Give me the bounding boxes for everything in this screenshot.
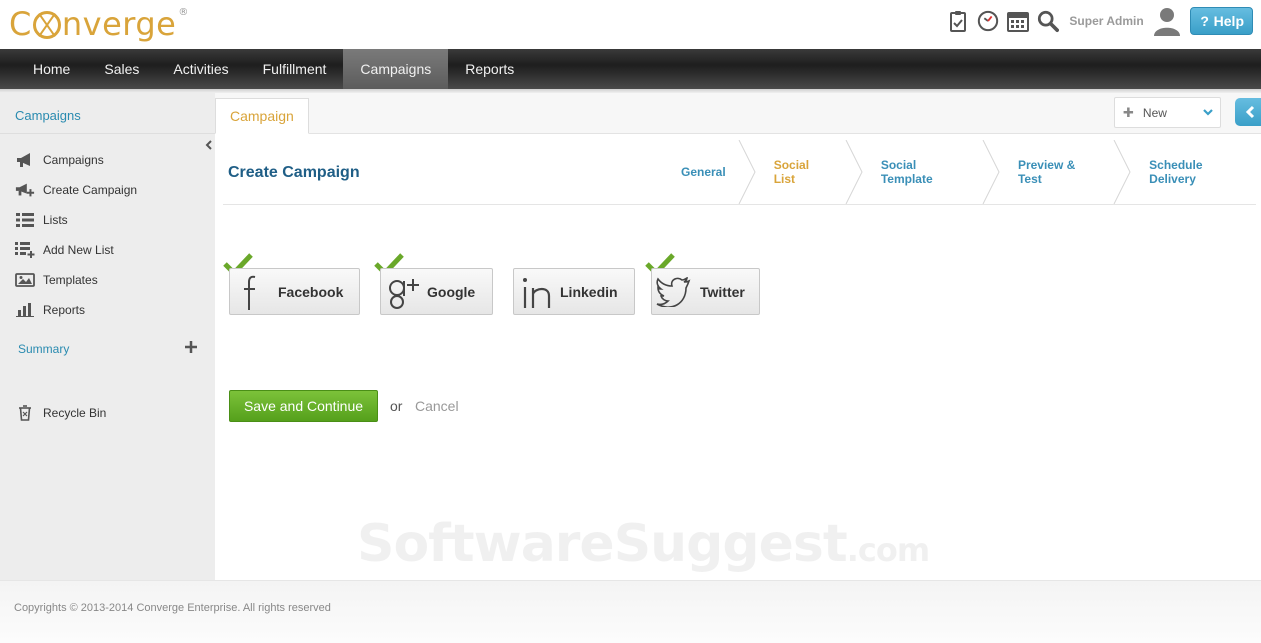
step-label: Social List bbox=[773, 158, 810, 186]
steps-divider bbox=[223, 204, 1256, 205]
nav-campaigns[interactable]: Campaigns bbox=[343, 49, 449, 89]
sidebar-item-lists[interactable]: Lists bbox=[15, 205, 137, 235]
add-summary-icon[interactable] bbox=[183, 339, 199, 355]
social-facebook-button[interactable]: Facebook bbox=[229, 268, 360, 315]
chevron-down-icon bbox=[1203, 109, 1213, 116]
avatar-icon[interactable] bbox=[1152, 6, 1182, 36]
step-label: General bbox=[681, 165, 726, 179]
social-label: Facebook bbox=[278, 283, 344, 300]
google-plus-icon bbox=[381, 273, 425, 311]
sidebar-divider bbox=[0, 133, 215, 134]
step-preview-test[interactable]: Preview & Test bbox=[994, 140, 1131, 204]
sidebar-item-label: Create Campaign bbox=[43, 183, 138, 197]
new-dropdown-label: New bbox=[1142, 105, 1167, 120]
social-label: Google bbox=[427, 283, 476, 300]
sidebar-item-label: Recycle Bin bbox=[43, 406, 107, 420]
list-plus-icon bbox=[15, 242, 35, 258]
logo-letter-c: C bbox=[9, 5, 32, 43]
chevron-left-icon bbox=[1245, 105, 1255, 119]
sidebar-item-add-new-list[interactable]: Add New List bbox=[15, 235, 137, 265]
linkedin-icon bbox=[514, 274, 558, 310]
nav-home[interactable]: Home bbox=[0, 49, 87, 89]
facebook-icon bbox=[230, 273, 272, 311]
social-google-button[interactable]: Google bbox=[380, 268, 493, 315]
step-social-template[interactable]: Social Template bbox=[857, 140, 1000, 204]
save-and-continue-button[interactable]: Save and Continue bbox=[229, 390, 378, 422]
social-linkedin-button[interactable]: Linkedin bbox=[513, 268, 635, 315]
calendar-icon[interactable] bbox=[1007, 10, 1030, 32]
sidebar-item-reports[interactable]: Reports bbox=[15, 295, 137, 325]
sidebar-item-label: Campaigns bbox=[43, 153, 104, 167]
page-title: Create Campaign bbox=[228, 164, 360, 181]
sidebar-item-label: Reports bbox=[43, 303, 86, 317]
step-general[interactable]: General bbox=[657, 140, 756, 204]
social-twitter-button[interactable]: Twitter bbox=[651, 268, 760, 315]
social-label: Linkedin bbox=[560, 283, 618, 300]
step-label: Schedule Delivery bbox=[1149, 158, 1203, 186]
step-label: Preview & Test bbox=[1017, 158, 1076, 186]
converge-logo[interactable]: Cnverge ® bbox=[9, 4, 189, 44]
twitter-bird-icon bbox=[652, 276, 694, 307]
list-icon bbox=[15, 212, 35, 228]
sidebar-item-create-campaign[interactable]: Create Campaign bbox=[15, 175, 137, 205]
bar-chart-icon bbox=[15, 302, 35, 318]
search-icon[interactable] bbox=[1037, 10, 1060, 32]
cancel-link[interactable]: Cancel bbox=[415, 398, 459, 414]
tab-bar: Campaign ✚ New bbox=[215, 93, 1261, 134]
logo-text: nverge bbox=[61, 5, 177, 43]
header-toolbar: Super Admin ? Help bbox=[947, 6, 1253, 36]
step-schedule-delivery[interactable]: Schedule Delivery bbox=[1125, 140, 1261, 204]
sidebar-summary[interactable]: Summary bbox=[18, 342, 69, 356]
sidebar: Campaigns Campaigns Create Campaign List… bbox=[0, 93, 215, 580]
megaphone-icon bbox=[15, 152, 35, 168]
watermark-main: SoftwareSuggest bbox=[357, 514, 848, 574]
templates-icon bbox=[15, 272, 35, 288]
sidebar-item-label: Templates bbox=[43, 273, 98, 287]
help-button[interactable]: ? Help bbox=[1189, 7, 1253, 35]
step-social-list[interactable]: Social List bbox=[750, 140, 863, 204]
nav-sales[interactable]: Sales bbox=[87, 49, 156, 89]
panel-toggle-button[interactable] bbox=[1235, 98, 1261, 126]
wizard-steps: General Social List Social Template Prev… bbox=[657, 140, 1261, 204]
social-label: Twitter bbox=[700, 283, 745, 300]
question-icon: ? bbox=[1200, 13, 1209, 29]
sidebar-heading[interactable]: Campaigns bbox=[15, 108, 81, 123]
nav-reports[interactable]: Reports bbox=[448, 49, 531, 89]
nav-activities[interactable]: Activities bbox=[156, 49, 245, 89]
footer: Copyrights © 2013-2014 Converge Enterpri… bbox=[0, 580, 1261, 643]
clipboard-check-icon[interactable] bbox=[947, 10, 969, 32]
tab-campaign[interactable]: Campaign bbox=[215, 98, 309, 134]
top-header: Cnverge ® Super Admin ? Help bbox=[0, 0, 1261, 49]
logo-compass-icon bbox=[32, 11, 61, 39]
sidebar-item-templates[interactable]: Templates bbox=[15, 265, 137, 295]
main-nav: Home Sales Activities Fulfillment Campai… bbox=[0, 49, 1261, 89]
help-label: Help bbox=[1213, 13, 1244, 29]
plus-icon: ✚ bbox=[1123, 104, 1134, 120]
logo-registered-mark: ® bbox=[178, 6, 189, 18]
main-content: Create Campaign General Social List Soci… bbox=[215, 134, 1261, 580]
watermark: SoftwareSuggest.com bbox=[357, 514, 930, 574]
new-dropdown[interactable]: ✚ New bbox=[1114, 97, 1221, 128]
sidebar-menu: Campaigns Create Campaign Lists Add New … bbox=[15, 145, 137, 325]
step-label: Social Template bbox=[880, 158, 933, 186]
collapse-left-icon[interactable] bbox=[204, 140, 214, 150]
user-name[interactable]: Super Admin bbox=[1069, 14, 1143, 28]
or-text: or bbox=[390, 398, 403, 414]
footer-copyright: Copyrights © 2013-2014 Converge Enterpri… bbox=[14, 602, 331, 614]
megaphone-plus-icon bbox=[15, 182, 35, 198]
clock-icon[interactable] bbox=[977, 10, 999, 32]
sidebar-item-recycle-bin[interactable]: Recycle Bin bbox=[15, 398, 106, 428]
watermark-suffix: .com bbox=[846, 531, 930, 569]
recycle-bin-icon bbox=[15, 405, 35, 421]
social-network-list: Facebook Google Linkedin Twitter bbox=[215, 252, 1261, 322]
sidebar-item-label: Add New List bbox=[43, 243, 114, 257]
sidebar-item-label: Lists bbox=[43, 213, 68, 227]
nav-fulfillment[interactable]: Fulfillment bbox=[246, 49, 344, 89]
sidebar-item-campaigns[interactable]: Campaigns bbox=[15, 145, 137, 175]
